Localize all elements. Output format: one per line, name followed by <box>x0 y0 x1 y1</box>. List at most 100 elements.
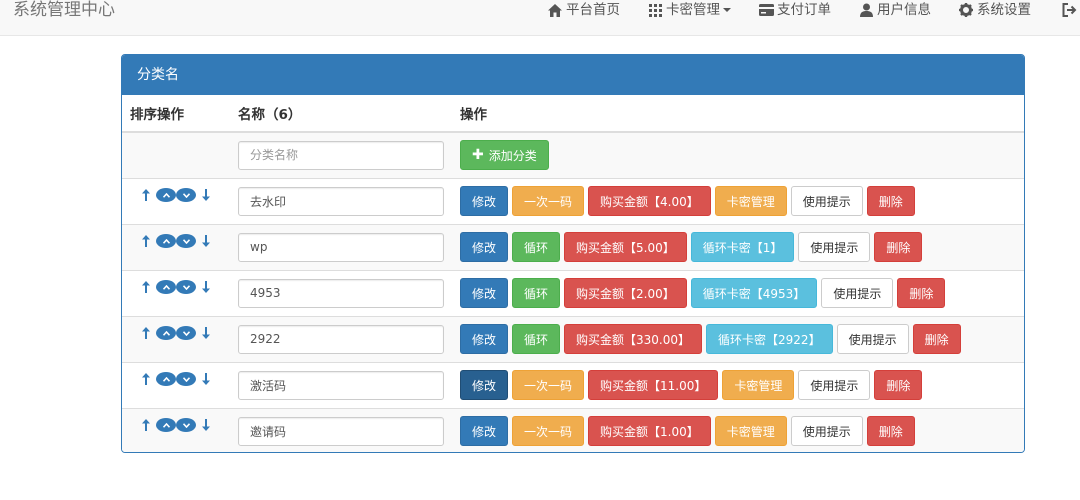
table-header-row: 排序操作 名称（6） 操作 <box>122 95 1024 133</box>
move-up-icon[interactable] <box>156 234 176 248</box>
move-bottom-icon[interactable] <box>196 188 216 202</box>
delete-button[interactable]: 删除 <box>874 370 923 400</box>
card-mode-button[interactable]: 一次一码 <box>512 416 585 447</box>
nav-payment-label: 支付订单 <box>777 2 831 18</box>
move-up-icon[interactable] <box>156 188 176 202</box>
category-name-input[interactable] <box>238 186 444 216</box>
category-panel: 分类名 排序操作 名称（6） 操作 ✚ 添加分类 <box>121 54 1025 453</box>
nav-system-settings[interactable]: 系统设置 <box>958 0 1031 20</box>
usage-tip-button[interactable]: 使用提示 <box>798 370 871 400</box>
delete-button[interactable]: 删除 <box>866 416 915 447</box>
chevron-down-icon <box>723 8 731 12</box>
move-down-icon[interactable] <box>176 372 196 386</box>
row-actions: 修改 循环 购买金额【5.00】 循环卡密【1】 使用提示 删除 <box>460 232 1024 262</box>
add-category-button[interactable]: ✚ 添加分类 <box>460 140 549 171</box>
table-row: 修改一次一码购买金额【11.00】卡密管理使用提示删除 <box>122 361 1024 408</box>
price-button[interactable]: 购买金额【330.00】 <box>564 324 703 354</box>
edit-button[interactable]: 修改 <box>460 324 509 354</box>
move-bottom-icon[interactable] <box>196 326 216 340</box>
card-management-button[interactable]: 卡密管理 <box>714 416 787 447</box>
row-actions: 修改 一次一码 购买金额【4.00】 卡密管理 使用提示 删除 <box>460 186 1024 216</box>
category-table: 排序操作 名称（6） 操作 ✚ 添加分类 修改一次一码购买金额【4.00】卡密管… <box>122 95 1024 452</box>
price-button[interactable]: 购买金额【5.00】 <box>564 232 687 262</box>
card-management-button[interactable]: 循环卡密【4953】 <box>690 278 818 308</box>
move-down-icon[interactable] <box>176 326 196 340</box>
add-category-row: ✚ 添加分类 <box>122 131 1024 178</box>
price-button[interactable]: 购买金额【11.00】 <box>588 370 719 400</box>
card-management-button[interactable]: 卡密管理 <box>714 186 787 216</box>
edit-button[interactable]: 修改 <box>460 370 509 400</box>
card-mode-button[interactable]: 循环 <box>512 324 561 354</box>
sort-controls <box>130 418 230 433</box>
sort-controls <box>130 234 230 248</box>
move-top-icon[interactable] <box>136 280 156 294</box>
move-top-icon[interactable] <box>136 418 156 432</box>
new-category-input[interactable] <box>238 140 444 170</box>
move-down-icon[interactable] <box>176 188 196 202</box>
nav-home[interactable]: 平台首页 <box>547 0 620 20</box>
row-actions: 修改 一次一码 购买金额【11.00】 卡密管理 使用提示 删除 <box>460 370 1024 400</box>
card-mode-button[interactable]: 一次一码 <box>512 186 585 216</box>
edit-button[interactable]: 修改 <box>460 416 509 447</box>
edit-button[interactable]: 修改 <box>460 186 509 216</box>
move-up-icon[interactable] <box>156 372 176 386</box>
main-nav: 平台首页 卡密管理 支付订单 用户信息 系统设置 <box>520 0 1080 20</box>
price-button[interactable]: 购买金额【1.00】 <box>588 416 711 447</box>
card-mode-button[interactable]: 循环 <box>512 278 561 308</box>
move-bottom-icon[interactable] <box>196 372 216 386</box>
move-down-icon[interactable] <box>176 418 196 433</box>
usage-tip-button[interactable]: 使用提示 <box>790 416 863 447</box>
card-management-button[interactable]: 循环卡密【2922】 <box>706 324 833 354</box>
nav-card-management[interactable]: 卡密管理 <box>647 0 731 20</box>
edit-button[interactable]: 修改 <box>460 232 509 262</box>
category-name-input[interactable] <box>238 370 444 400</box>
sort-controls <box>130 188 230 202</box>
move-up-icon[interactable] <box>156 280 176 294</box>
category-name-input[interactable] <box>238 324 444 354</box>
grid-icon <box>647 2 663 18</box>
brand-title[interactable]: 系统管理中心 <box>13 0 115 20</box>
usage-tip-button[interactable]: 使用提示 <box>836 324 909 354</box>
move-up-icon[interactable] <box>156 418 176 433</box>
header-sort: 排序操作 <box>122 95 230 133</box>
row-actions: 修改 循环 购买金额【330.00】 循环卡密【2922】 使用提示 删除 <box>460 324 1024 354</box>
move-bottom-icon[interactable] <box>196 280 216 294</box>
delete-button[interactable]: 删除 <box>874 232 923 262</box>
category-name-input[interactable] <box>238 278 444 308</box>
header-name: 名称（6） <box>230 95 452 133</box>
nav-logout[interactable] <box>1061 2 1080 18</box>
gear-icon <box>958 2 974 18</box>
card-management-button[interactable]: 卡密管理 <box>722 370 795 400</box>
move-bottom-icon[interactable] <box>196 418 216 432</box>
move-top-icon[interactable] <box>136 372 156 386</box>
delete-button[interactable]: 删除 <box>897 278 946 308</box>
nav-payment-orders[interactable]: 支付订单 <box>758 0 831 20</box>
move-up-icon[interactable] <box>156 326 176 340</box>
move-down-icon[interactable] <box>176 234 196 248</box>
delete-button[interactable]: 删除 <box>866 186 915 216</box>
price-button[interactable]: 购买金额【4.00】 <box>588 186 711 216</box>
move-bottom-icon[interactable] <box>196 234 216 248</box>
move-top-icon[interactable] <box>136 326 156 340</box>
usage-tip-button[interactable]: 使用提示 <box>790 186 863 216</box>
price-button[interactable]: 购买金额【2.00】 <box>564 278 687 308</box>
card-mode-button[interactable]: 一次一码 <box>512 370 585 400</box>
card-mode-button[interactable]: 循环 <box>512 232 561 262</box>
sort-controls <box>130 280 230 294</box>
edit-button[interactable]: 修改 <box>460 278 509 308</box>
move-top-icon[interactable] <box>136 234 156 248</box>
card-management-button[interactable]: 循环卡密【1】 <box>690 232 795 262</box>
move-top-icon[interactable] <box>136 188 156 202</box>
header-actions: 操作 <box>452 95 1024 133</box>
move-down-icon[interactable] <box>176 280 196 294</box>
usage-tip-button[interactable]: 使用提示 <box>821 278 894 308</box>
table-row: 修改一次一码购买金额【1.00】卡密管理使用提示删除 <box>122 407 1024 452</box>
delete-button[interactable]: 删除 <box>912 324 961 354</box>
nav-user-info[interactable]: 用户信息 <box>858 0 931 20</box>
table-row: 修改循环购买金额【2.00】循环卡密【4953】使用提示删除 <box>122 269 1024 316</box>
category-name-input[interactable] <box>238 416 444 446</box>
table-row: 修改循环购买金额【330.00】循环卡密【2922】使用提示删除 <box>122 315 1024 362</box>
usage-tip-button[interactable]: 使用提示 <box>798 232 871 262</box>
nav-settings-label: 系统设置 <box>977 2 1031 18</box>
category-name-input[interactable] <box>238 232 444 262</box>
